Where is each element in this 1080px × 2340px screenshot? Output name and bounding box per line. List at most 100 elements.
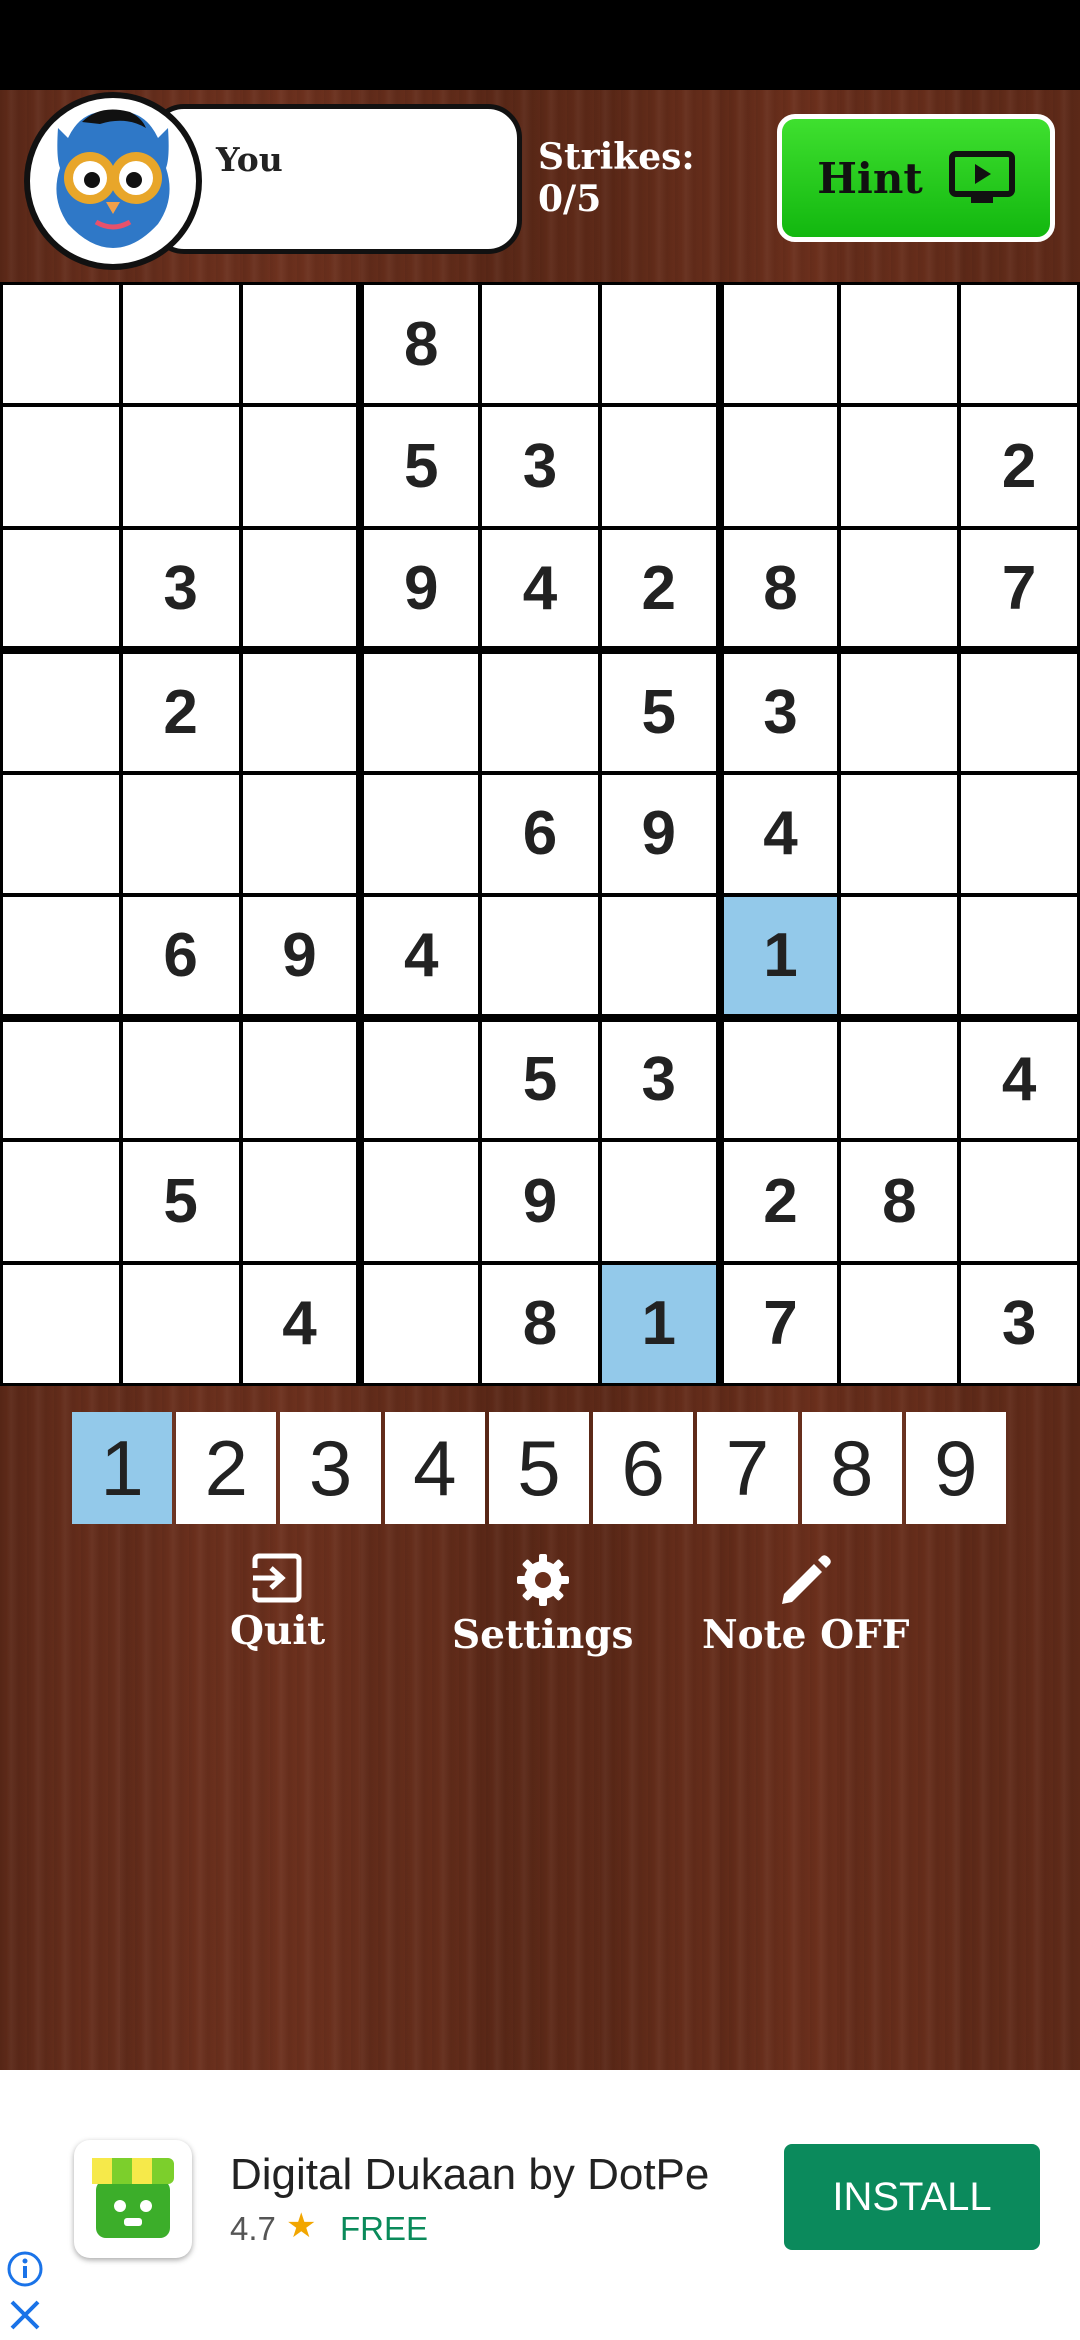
board-cell[interactable] [841,774,958,894]
board-cell[interactable] [122,1021,239,1139]
board-cell[interactable] [242,1021,357,1139]
board-cell[interactable]: 2 [122,654,239,771]
board-cell[interactable] [841,897,958,1014]
board-cell[interactable] [242,654,357,771]
board-cell[interactable] [3,285,119,404]
board-cell[interactable] [3,407,119,526]
ad-app-icon[interactable] [74,2140,192,2258]
note-toggle-button[interactable]: Note OFF [702,1552,909,1658]
board-cell[interactable] [601,1142,716,1261]
number-button-6[interactable]: 6 [593,1412,694,1524]
board-cell[interactable] [841,654,958,771]
board-cell[interactable]: 4 [482,529,598,647]
board-cell[interactable] [961,897,1077,1014]
board-cell[interactable] [961,285,1077,404]
hint-button[interactable]: Hint [777,114,1055,242]
board-cell[interactable]: 2 [601,529,716,647]
board-cell[interactable]: 6 [122,897,239,1014]
board-cell[interactable] [841,285,958,404]
board-cell[interactable] [242,285,357,404]
board-cell[interactable]: 3 [723,654,838,771]
install-button[interactable]: INSTALL [784,2144,1040,2250]
quit-button[interactable]: Quit [230,1552,325,1654]
board-cell[interactable] [723,407,838,526]
board-cell[interactable] [601,407,716,526]
board-cell[interactable]: 3 [601,1021,716,1139]
board-cell[interactable]: 8 [841,1142,958,1261]
board-cell[interactable]: 4 [961,1021,1077,1139]
board-cell[interactable] [122,285,239,404]
board-cell[interactable] [601,897,716,1014]
board-cell[interactable]: 9 [242,897,357,1014]
board-cell[interactable]: 5 [482,1021,598,1139]
board-cell[interactable] [723,285,838,404]
board-cell[interactable]: 5 [122,1142,239,1261]
board-cell[interactable] [3,774,119,894]
board-cell[interactable]: 5 [364,407,479,526]
board-cell[interactable] [3,1142,119,1261]
board-cell[interactable]: 8 [723,529,838,647]
board-cell[interactable] [961,1142,1077,1261]
board-cell[interactable] [122,407,239,526]
number-button-8[interactable]: 8 [801,1412,902,1524]
ad-close-icon[interactable] [6,2296,44,2334]
number-button-5[interactable]: 5 [488,1412,590,1524]
board-cell[interactable]: 9 [601,774,716,894]
board-cell[interactable] [841,1021,958,1139]
board-cell[interactable]: 2 [961,407,1077,526]
board-cell[interactable] [242,1142,357,1261]
board-cell[interactable] [482,897,598,1014]
board-cell[interactable] [961,774,1077,894]
board-cell[interactable] [841,407,958,526]
board-cell[interactable]: 9 [482,1142,598,1261]
board-cell[interactable]: 4 [723,774,838,894]
avatar[interactable] [24,92,202,270]
board-cell[interactable]: 3 [961,1264,1077,1383]
board-cell[interactable]: 1 [601,1264,716,1383]
board-cell[interactable] [242,529,357,647]
board-cell[interactable]: 7 [723,1264,838,1383]
board-cell[interactable] [841,1264,958,1383]
number-button-3[interactable]: 3 [280,1412,381,1524]
board-cell[interactable] [482,285,598,404]
ad-banner[interactable]: Digital Dukaan by DotPe 4.7 ★ FREE INSTA… [0,2070,1080,2340]
board-cell[interactable]: 4 [364,897,479,1014]
board-cell[interactable] [3,897,119,1014]
board-cell[interactable] [242,774,357,894]
board-cell[interactable]: 9 [364,529,479,647]
board-cell[interactable] [364,1021,479,1139]
board-cell[interactable] [3,1021,119,1139]
board-cell[interactable] [364,654,479,771]
board-cell[interactable]: 5 [601,654,716,771]
board-cell[interactable] [723,1021,838,1139]
board-cell[interactable]: 3 [482,407,598,526]
number-button-9[interactable]: 9 [905,1412,1006,1524]
board-cell[interactable] [961,654,1077,771]
board-cell[interactable]: 4 [242,1264,357,1383]
board-cell[interactable] [841,529,958,647]
board-cell[interactable] [242,407,357,526]
number-button-1[interactable]: 1 [72,1412,173,1524]
board-cell[interactable]: 8 [482,1264,598,1383]
board-cell[interactable]: 6 [482,774,598,894]
board-cell[interactable] [122,1264,239,1383]
number-button-7[interactable]: 7 [697,1412,798,1524]
board-cell[interactable] [3,1264,119,1383]
number-button-4[interactable]: 4 [384,1412,485,1524]
board-cell[interactable]: 3 [122,529,239,647]
board-cell[interactable] [482,654,598,771]
board-cell[interactable]: 1 [723,897,838,1014]
board-cell[interactable]: 2 [723,1142,838,1261]
board-cell[interactable] [3,529,119,647]
number-button-2[interactable]: 2 [176,1412,277,1524]
board-cell[interactable] [364,774,479,894]
ad-info-icon[interactable] [6,2250,44,2288]
settings-button[interactable]: Settings [452,1552,633,1658]
board-cell[interactable] [364,1142,479,1261]
board-cell[interactable] [122,774,239,894]
board-cell[interactable]: 8 [364,285,479,404]
board-cell[interactable] [3,654,119,771]
board-cell[interactable] [364,1264,479,1383]
board-cell[interactable] [601,285,716,404]
ad-title[interactable]: Digital Dukaan by DotPe [230,2150,709,2200]
